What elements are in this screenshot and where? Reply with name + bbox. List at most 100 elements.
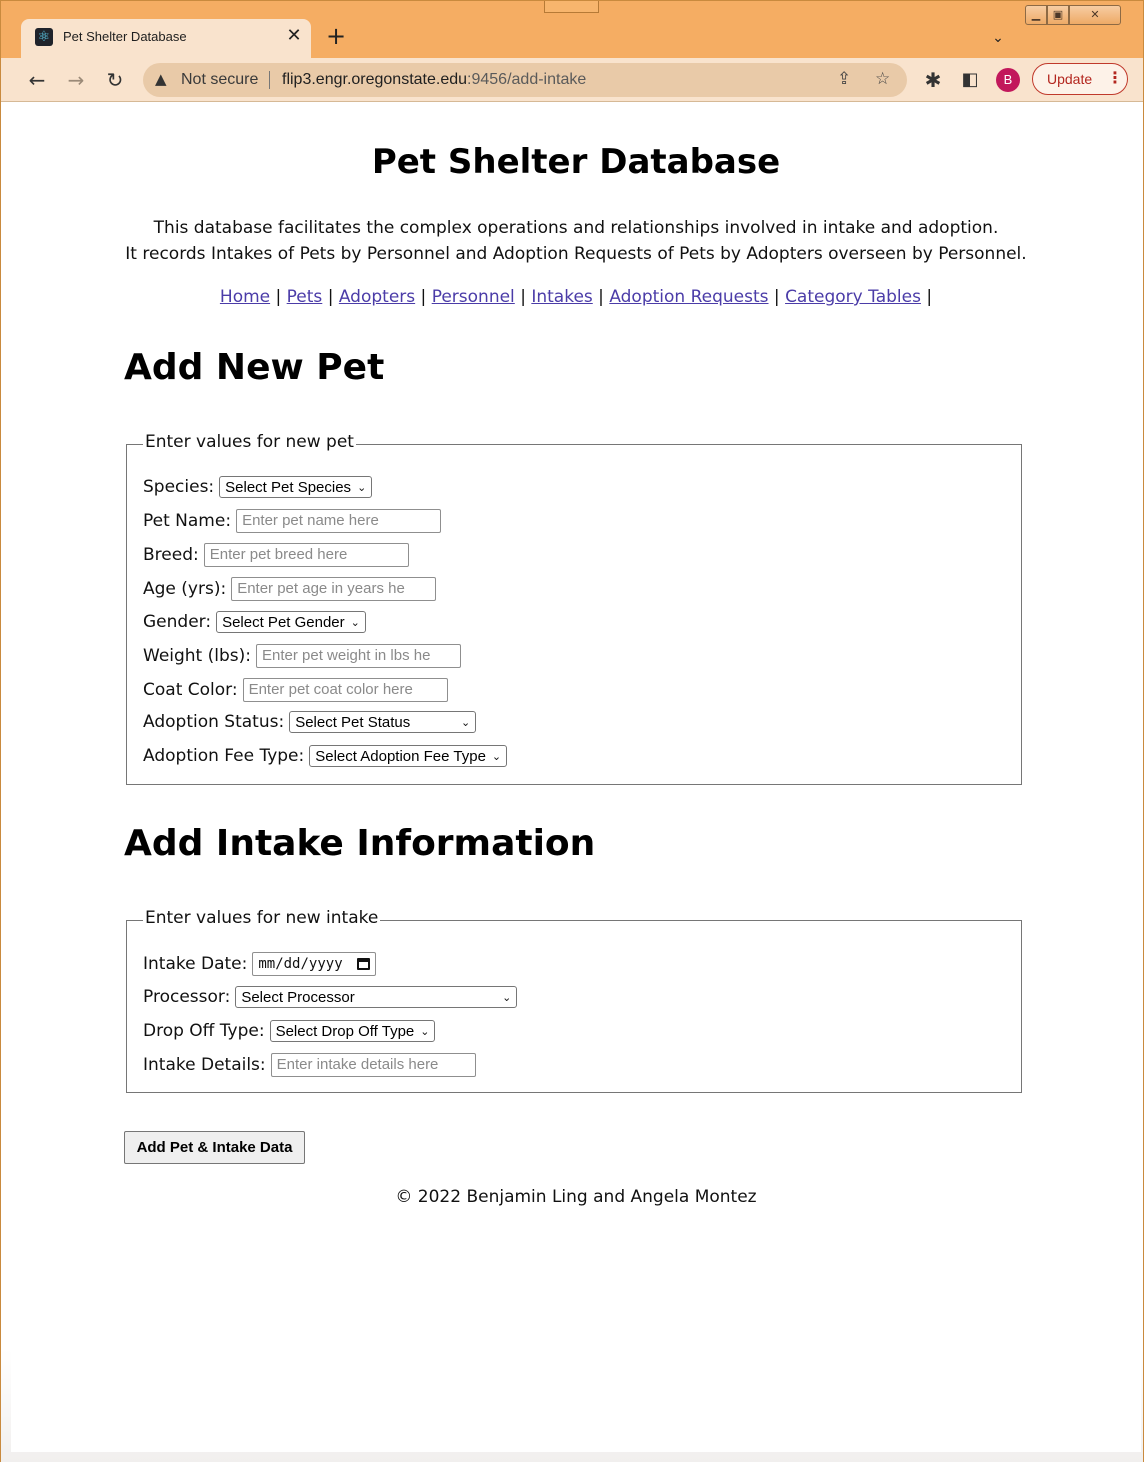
window-close-icon[interactable]: ✕ [1069,5,1121,25]
update-label: Update [1047,71,1093,87]
drop-off-select[interactable]: Select Drop Off Type ⌄ [269,1020,436,1042]
maximize-icon[interactable]: ▣ [1047,5,1069,25]
adoption-status-selected-value: Select Pet Status [295,713,411,731]
forward-arrow-icon[interactable]: → [62,66,90,94]
nav-link-adoption-requests[interactable]: Adoption Requests [609,287,768,307]
age-row: Age (yrs): Enter pet age in years he [143,577,437,601]
intro-line: This database facilitates the complex op… [153,218,999,238]
intro-line: It records Intakes of Pets by Personnel … [125,244,1027,264]
drop-off-label: Drop Off Type: [143,1021,265,1041]
intake-fieldset-legend: Enter values for new intake [143,908,381,928]
pet-fieldset: Enter values for new pet Species: Select… [126,432,1022,785]
chevron-down-icon: ⌄ [502,991,512,1004]
drop-off-selected-value: Select Drop Off Type [275,1022,415,1040]
chevron-down-icon: ⌄ [420,1025,430,1038]
intake-details-label: Intake Details: [143,1055,266,1075]
calendar-icon[interactable] [356,958,370,970]
species-row: Species: Select Pet Species ⌄ [143,476,373,498]
adoption-status-label: Adoption Status: [143,712,285,732]
adoption-status-select[interactable]: Select Pet Status ⌄ [289,711,477,733]
not-secure-label[interactable]: Not secure [181,71,258,89]
adoption-fee-selected-value: Select Adoption Fee Type [315,747,486,765]
url-text[interactable]: flip3.engr.oregonstate.edu:9456/add-inta… [282,71,586,89]
window-controls: ▁ ▣ ✕ [1025,5,1125,25]
nav-link-adopters[interactable]: Adopters [339,287,415,307]
page-title: Pet Shelter Database [371,142,781,182]
main-nav: Home | Pets | Adopters | Personnel | Int… [11,287,1141,307]
nav-link-pets[interactable]: Pets [287,287,323,307]
avatar[interactable]: B [996,68,1020,92]
intake-fieldset: Enter values for new intake Intake Date:… [126,908,1022,1093]
nav-link-home[interactable]: Home [220,287,270,307]
pet-fieldset-legend: Enter values for new pet [143,432,356,452]
processor-selected-value: Select Processor [241,988,355,1006]
nav-separator: | [598,287,610,307]
age-input[interactable]: Enter pet age in years he [231,577,437,601]
star-icon[interactable]: ☆ [875,69,890,89]
coat-color-label: Coat Color: [143,680,238,700]
intake-details-row: Intake Details: Enter intake details her… [143,1053,476,1077]
reload-icon[interactable]: ↻ [101,66,129,94]
coat-color-row: Coat Color: Enter pet coat color here [143,678,448,702]
pet-name-label: Pet Name: [143,511,232,531]
coat-color-input[interactable]: Enter pet coat color here [242,678,448,702]
update-button[interactable]: Update ⋮ [1032,63,1128,95]
close-icon[interactable]: ✕ [283,25,305,47]
chevron-down-icon: ⌄ [350,616,360,629]
gender-row: Gender: Select Pet Gender ⌄ [143,611,366,633]
browser-tab[interactable]: ⚛ Pet Shelter Database ✕ [21,19,311,58]
url-path: :9456/add-intake [467,71,587,88]
chevron-down-icon: ⌄ [460,716,471,729]
adoption-fee-label: Adoption Fee Type: [143,746,305,766]
back-arrow-icon[interactable]: ← [23,66,51,94]
date-placeholder: mm/dd/yyyy [258,956,343,972]
browser-window: ⚛ Pet Shelter Database ✕ + ⌄ ▁ ▣ ✕ ← → ↻… [0,0,1144,1462]
weight-input[interactable]: Enter pet weight in lbs he [256,644,461,668]
breed-input[interactable]: Enter pet breed here [203,543,409,567]
add-intake-heading: Add Intake Information [124,823,596,864]
warning-icon[interactable]: ▲ [155,70,167,88]
address-bar[interactable]: ▲ Not secure flip3.engr.oregonstate.edu:… [143,63,907,97]
chevron-down-icon: ⌄ [491,750,502,763]
chevron-down-icon[interactable]: ⌄ [987,27,1009,49]
minimize-icon[interactable]: ▁ [1025,5,1047,25]
new-tab-plus-icon[interactable]: + [323,23,349,49]
intro-text: This database facilitates the complex op… [11,215,1141,267]
nav-link-intakes[interactable]: Intakes [531,287,592,307]
share-icon[interactable]: ⇪ [837,69,851,89]
kebab-menu-icon[interactable]: ⋮ [1107,68,1123,87]
breed-label: Breed: [143,545,199,565]
adoption-fee-row: Adoption Fee Type: Select Adoption Fee T… [143,745,508,767]
nav-link-category-tables[interactable]: Category Tables [785,287,921,307]
side-panel-icon[interactable]: ◧ [956,66,984,94]
processor-label: Processor: [143,987,231,1007]
pet-name-row: Pet Name: Enter pet name here [143,509,442,533]
nav-separator: | [520,287,532,307]
browser-toolbar: ← → ↻ ▲ Not secure flip3.engr.oregonstat… [1,58,1143,102]
add-pet-intake-button[interactable]: Add Pet & Intake Data [124,1131,305,1164]
tab-strip: ⚛ Pet Shelter Database ✕ + ⌄ ▁ ▣ ✕ [1,1,1143,58]
intake-details-input[interactable]: Enter intake details here [270,1053,476,1077]
nav-separator: | [275,287,287,307]
extensions-icon[interactable]: ✱ [919,66,947,94]
footer-copyright: © 2022 Benjamin Ling and Angela Montez [395,1187,757,1207]
nav-link-personnel[interactable]: Personnel [432,287,515,307]
page-content: Pet Shelter Database This database facil… [11,102,1141,1452]
processor-row: Processor: Select Processor ⌄ [143,986,518,1008]
nav-separator: | [773,287,786,307]
snap-handle[interactable] [544,1,599,13]
drop-off-row: Drop Off Type: Select Drop Off Type ⌄ [143,1020,436,1042]
pet-name-input[interactable]: Enter pet name here [236,509,442,533]
species-select[interactable]: Select Pet Species ⌄ [219,476,373,498]
processor-select[interactable]: Select Processor ⌄ [235,986,518,1008]
intake-date-input[interactable]: mm/dd/yyyy [252,952,376,976]
adoption-status-row: Adoption Status: Select Pet Status ⌄ [143,711,477,733]
nav-separator: | [327,287,339,307]
intake-date-label: Intake Date: [143,954,248,974]
age-label: Age (yrs): [143,579,227,599]
gender-select[interactable]: Select Pet Gender ⌄ [216,611,366,633]
nav-separator: | [420,287,432,307]
gender-label: Gender: [143,612,212,632]
omnibox-divider [269,71,270,89]
adoption-fee-select[interactable]: Select Adoption Fee Type ⌄ [309,745,508,767]
